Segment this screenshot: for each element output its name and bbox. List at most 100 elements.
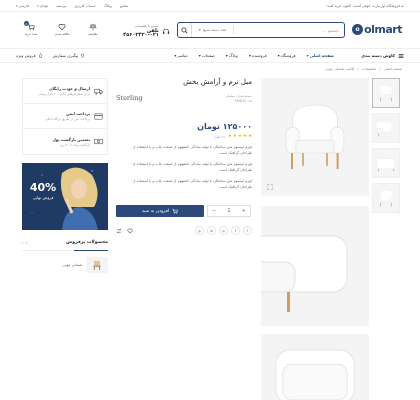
- title-underline: [74, 250, 108, 251]
- thumbnail-4[interactable]: [372, 183, 400, 213]
- star-icon: ★: [237, 134, 242, 139]
- truck-icon: [94, 88, 103, 95]
- nav-left-links: پیگیری سفارش فروش ویژه: [16, 53, 85, 58]
- feature-subtitle: بازگشت وجه تا ۳۰ روز: [59, 142, 90, 147]
- armchair-image: [261, 235, 348, 312]
- nav-item-shop[interactable]: فروشگاه ▾: [278, 53, 296, 58]
- compare-label: مقایسه: [88, 32, 98, 36]
- quantity-stepper[interactable]: − 1 +: [207, 205, 251, 217]
- decrease-button[interactable]: −: [212, 208, 216, 214]
- thumbnail-1[interactable]: [372, 78, 400, 108]
- search-category-label: همه دسته بندیها: [202, 28, 227, 32]
- categories-label: کاوش دسته بندی: [361, 53, 395, 58]
- chevron-left-icon[interactable]: ‹: [22, 240, 24, 245]
- language-select[interactable]: فارسی▾: [16, 4, 29, 8]
- zoom-icon[interactable]: [267, 184, 273, 190]
- banner-text: 40% فروش نهایی: [25, 181, 61, 200]
- product-info: مبل نرم و آرامش بخش Sterling دسته بندی: …: [116, 78, 252, 189]
- chevron-down-icon: ▾: [225, 53, 228, 58]
- product-image-1[interactable]: [261, 78, 369, 196]
- thumbnail-2[interactable]: [372, 113, 400, 143]
- currency-select[interactable]: تومان▾: [37, 4, 48, 8]
- logo-mark: o: [352, 24, 364, 35]
- nav-item-label: فروشنده: [251, 53, 267, 58]
- headset-icon: [162, 28, 169, 34]
- categories-button[interactable]: کاوش دسته بندی: [344, 53, 404, 59]
- compare-button[interactable]: مقایسه: [80, 23, 106, 39]
- breadcrumb-home[interactable]: صفحه اصلی: [384, 67, 403, 71]
- nav-item-home[interactable]: صفحه اصلی ▾: [307, 53, 334, 58]
- pinterest-icon[interactable]: p: [219, 226, 228, 235]
- nav-item-label: صفحات: [201, 53, 215, 58]
- track-order-link[interactable]: پیگیری سفارش: [53, 53, 86, 58]
- twitter-icon[interactable]: t: [231, 226, 240, 235]
- special-sale-link[interactable]: فروش ویژه: [16, 53, 43, 58]
- promo-banner[interactable]: 40% فروش نهایی: [22, 163, 108, 230]
- chevron-down-icon: ▾: [306, 53, 309, 58]
- feature-title: ارسال و عودت رایگان: [49, 86, 90, 91]
- nav-item-vendor[interactable]: فروشنده ▾: [249, 53, 267, 58]
- quantity-value[interactable]: 1: [227, 208, 230, 214]
- product-title: مبل نرم و آرامش بخش: [183, 78, 252, 86]
- breadcrumb-products[interactable]: محصولات: [362, 67, 377, 71]
- menu-icon: [398, 53, 404, 58]
- nav-item-label: وبلاگ: [228, 53, 238, 58]
- header-icons: 0 سبد خرید علاقه مندی مقایسه: [18, 21, 106, 39]
- review-count[interactable]: (۲ نظر): [214, 135, 225, 139]
- list-item[interactable]: صندلی چوبی: [22, 257, 108, 273]
- logo[interactable]: o olmart: [352, 23, 402, 36]
- top-link-blog[interactable]: وبلاگ: [104, 4, 112, 8]
- feature-shipping: ارسال و عودت رایگان برای سفارش‌های بالای…: [23, 79, 107, 104]
- increase-button[interactable]: +: [242, 208, 246, 214]
- breadcrumb: صفحه اصلی / محصولات / کاناپه، صندلی چوبی: [325, 67, 402, 71]
- armchair-image: [376, 121, 392, 137]
- chevron-down-icon: ▾: [37, 3, 39, 8]
- heart-icon[interactable]: [127, 228, 133, 234]
- chevron-right-icon[interactable]: ›: [26, 240, 28, 245]
- compare-icon: [89, 23, 97, 31]
- logo-text: olmart: [364, 23, 402, 36]
- top-link-account[interactable]: حساب کاربری: [74, 4, 95, 8]
- facebook-icon[interactable]: f: [243, 226, 252, 235]
- google-icon[interactable]: g: [195, 226, 204, 235]
- bestsellers-widget: محصولات پرفروش ‹ › صندلی چوبی: [22, 240, 108, 273]
- search-button[interactable]: [178, 23, 192, 37]
- brand-logo[interactable]: Sterling: [116, 94, 152, 102]
- search-input[interactable]: جستجو ...: [234, 23, 344, 37]
- top-link-ask[interactable]: بپرسید: [56, 4, 66, 8]
- top-bar: به فروشگاه اول‌مارت خوش آمدید. اکنون خری…: [0, 0, 420, 12]
- nav-item-pages[interactable]: صفحات ▾: [199, 53, 215, 58]
- thumbnail-3[interactable]: [372, 148, 400, 178]
- linkedin-icon[interactable]: in: [207, 226, 216, 235]
- description-paragraph: لورم ایپسوم متن ساختگی با تولید سادگی نا…: [132, 162, 252, 172]
- nav-menu: صفحه اصلی ▾ فروشگاه ▾ فروشنده ▾ وبلاگ ▾ صفحا…: [174, 53, 334, 58]
- product-image-3[interactable]: [261, 334, 369, 400]
- product-actions: [116, 228, 133, 234]
- feature-money-back: تضمین بازگشت پول بازگشت وجه تا ۳۰ روز: [23, 129, 107, 154]
- cart-count-badge: 0: [24, 21, 29, 26]
- feature-title: پرداخت ایمن: [66, 111, 90, 116]
- product-price: ۱۲۵۰۰۰ تومان: [197, 122, 252, 131]
- nav-item-elements[interactable]: عناصر ▾: [174, 53, 187, 58]
- description-paragraph: لورم ایپسوم متن ساختگی با تولید سادگی نا…: [132, 179, 252, 189]
- add-to-cart-button[interactable]: افزودن به سبد: [116, 205, 204, 217]
- nav-item-blog[interactable]: وبلاگ ▾: [226, 53, 238, 58]
- share-row: f t p in g: [116, 226, 252, 235]
- wishlist-button[interactable]: علاقه مندی: [49, 23, 75, 39]
- product-image-2[interactable]: [261, 206, 369, 326]
- armchair-image: [275, 349, 355, 400]
- money-icon: [94, 138, 103, 145]
- product-rating[interactable]: ★ ★ ★ ★ ★ (۲ نظر): [214, 134, 252, 139]
- search-category-select[interactable]: همه دسته بندیها ▾: [192, 26, 234, 34]
- chair-image: [93, 260, 101, 271]
- phone-number[interactable]: تلفن ۰۲۱-۴۵۶۰۳۴۳۰: [114, 28, 159, 38]
- top-bar-welcome: به فروشگاه اول‌مارت خوش آمدید. اکنون خری…: [326, 4, 404, 8]
- compare-icon[interactable]: [116, 228, 122, 234]
- star-icon: ★: [227, 134, 232, 139]
- chevron-down-icon: ▾: [248, 53, 251, 58]
- chevron-down-icon: ▾: [198, 53, 201, 58]
- track-order-label: پیگیری سفارش: [52, 53, 79, 58]
- cart-button[interactable]: 0 سبد خرید: [18, 21, 44, 39]
- bestsellers-title: محصولات پرفروش: [66, 240, 108, 245]
- top-link-contact[interactable]: تماس: [120, 4, 129, 8]
